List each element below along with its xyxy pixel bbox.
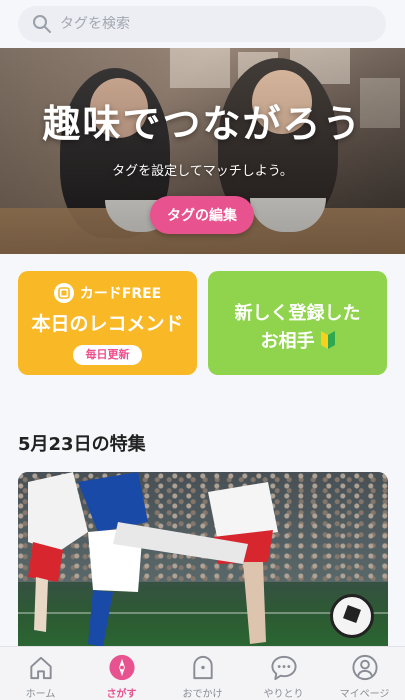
feature-section-title: 5月23日の特集 [18,434,146,455]
nav-home[interactable]: ホーム [0,647,81,700]
search-page: 趣味でつながろう タグを設定してマッチしよう。 タグの編集 カードFREE 本日… [0,0,405,700]
nav-messages[interactable]: やりとり [243,647,324,700]
card-free-label: カードFREE [79,286,162,302]
recommend-title: 本日のレコメンド [31,313,184,335]
ghost-icon [192,655,213,680]
bottom-nav: ホーム さがす おでかけ やりとり マイページ [0,646,405,700]
hero-banner[interactable]: 趣味でつながろう タグを設定してマッチしよう。 タグの編集 [0,48,405,254]
nav-outing-label: おでかけ [182,689,223,700]
daily-recommend-card[interactable]: カードFREE 本日のレコメンド 毎日更新 [18,271,197,375]
search-icon [33,15,51,33]
nav-messages-label: やりとり [263,689,304,700]
chat-icon [270,655,297,681]
new-members-line2-row: お相手 [208,327,387,353]
nav-search[interactable]: さがす [81,647,162,700]
feature-banner[interactable] [18,472,388,662]
search-input[interactable] [60,16,360,32]
hero-title: 趣味でつながろう [42,102,363,146]
card-free-tag: カードFREE [18,283,197,303]
search-header [0,0,405,48]
nav-outing[interactable]: おでかけ [162,647,243,700]
new-members-card[interactable]: 新しく登録した お相手 [208,271,387,375]
soccer-ball-icon [330,594,374,638]
compass-icon [108,654,135,681]
home-icon [29,656,52,680]
new-members-line2: お相手 [260,331,315,352]
hero-subtitle: タグを設定してマッチしよう。 [112,164,293,179]
new-members-line1: 新しく登録した [234,303,361,324]
card-icon [53,283,74,303]
nav-search-label: さがす [106,689,137,700]
search-bar[interactable] [18,6,386,42]
daily-update-badge: 毎日更新 [73,345,142,365]
nav-mypage-label: マイページ [339,689,390,700]
feature-image [28,472,278,647]
nav-mypage[interactable]: マイページ [324,647,405,700]
nav-home-label: ホーム [25,689,56,700]
edit-tags-button[interactable]: タグの編集 [150,196,254,234]
user-icon [351,654,378,681]
beginner-mark-icon [320,331,335,349]
